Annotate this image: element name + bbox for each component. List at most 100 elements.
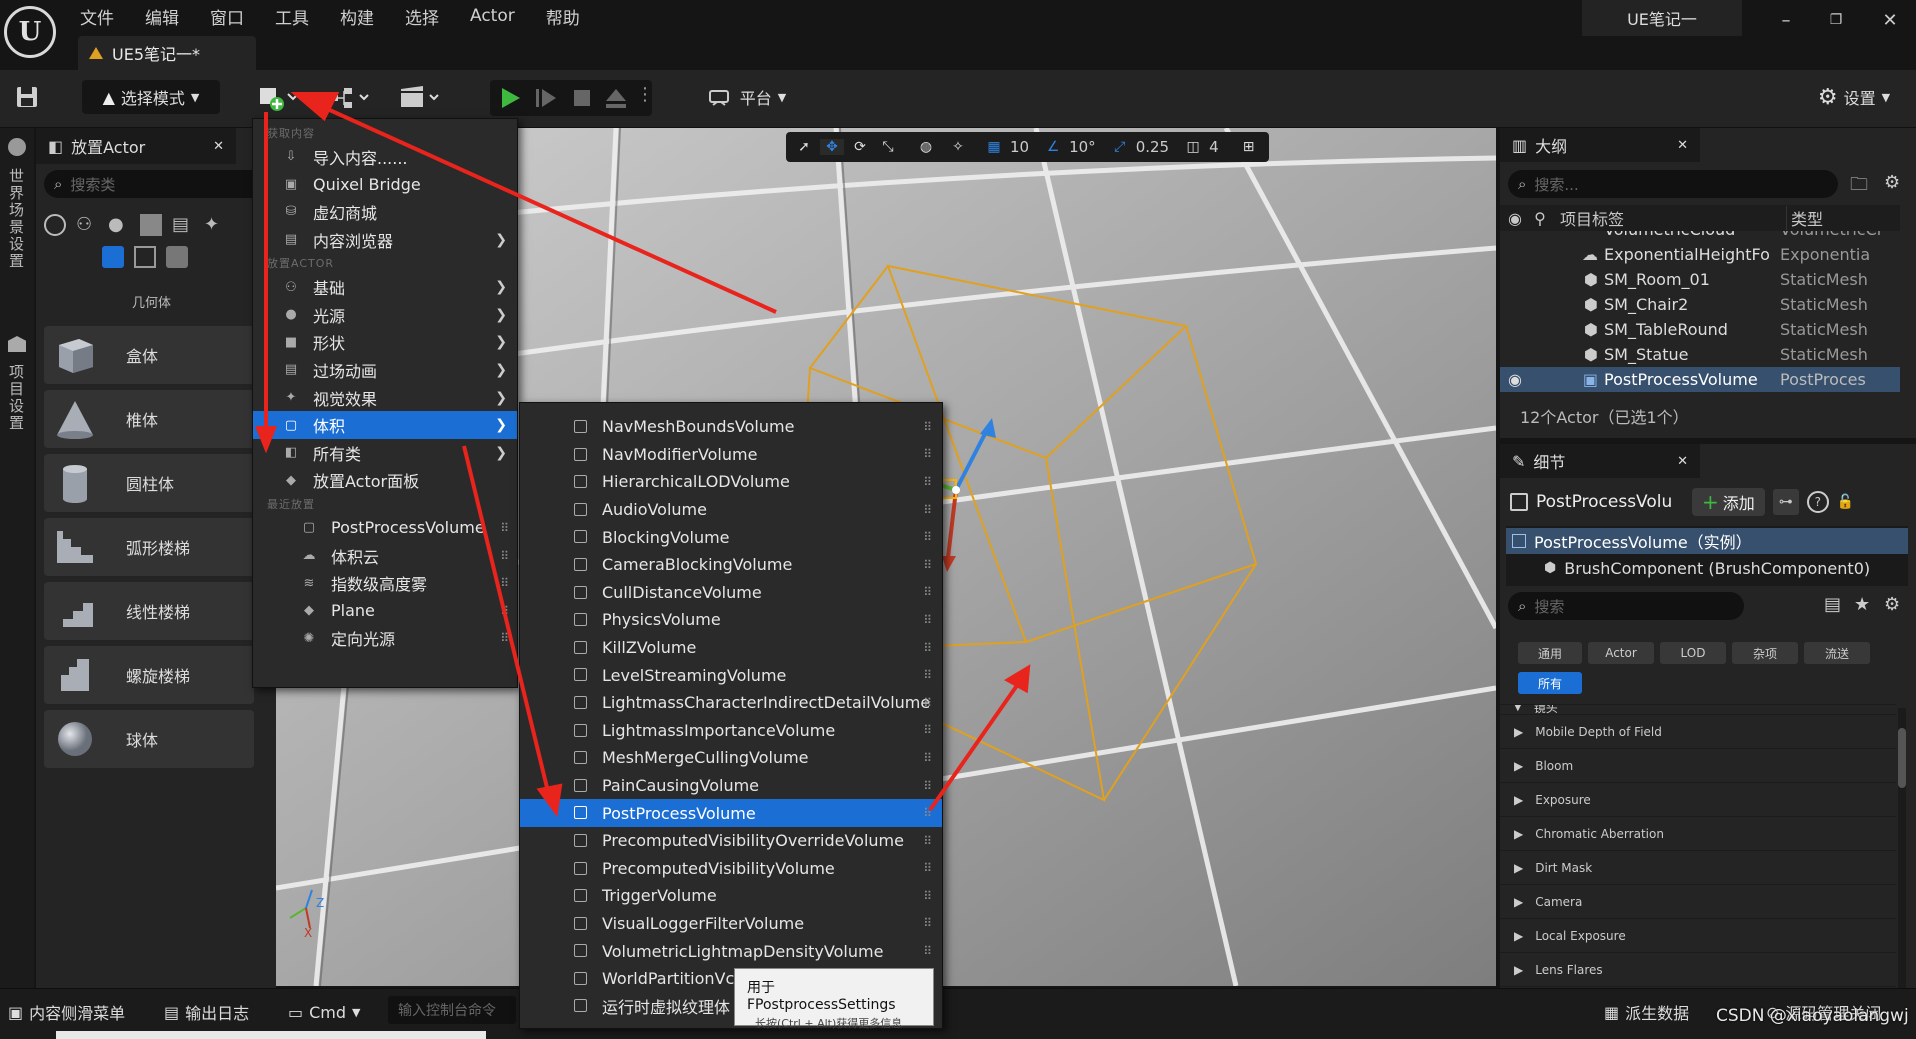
drag-grip-icon[interactable]: ⠿ bbox=[923, 751, 932, 765]
shape-item-cylinder[interactable]: 圆柱体 bbox=[44, 454, 254, 512]
all-classes-icon[interactable] bbox=[166, 246, 188, 268]
volume-item[interactable]: MeshMergeCullingVolume ⠿ bbox=[520, 744, 942, 772]
drag-grip-icon[interactable]: ⠿ bbox=[923, 806, 932, 820]
menu-window[interactable]: 窗口 bbox=[210, 4, 244, 29]
move-tool-icon[interactable]: ✥ bbox=[820, 139, 844, 155]
drag-grip-icon[interactable]: ⠿ bbox=[923, 641, 932, 655]
project-settings-tab[interactable]: 项目设置 bbox=[6, 364, 27, 432]
add-component-button[interactable]: + 添加 bbox=[1692, 488, 1765, 516]
place-actor-tab[interactable]: ◧ 放置Actor ✕ bbox=[36, 128, 236, 164]
section-row[interactable]: ▶ Camera bbox=[1500, 885, 1896, 919]
settings-dropdown[interactable]: ⚙ 设置 ▼ bbox=[1804, 80, 1904, 114]
rotation-snap-value[interactable]: 10° bbox=[1069, 138, 1096, 156]
outliner-row[interactable]: ⬢ SM_Room_01 StaticMesh bbox=[1500, 267, 1900, 292]
rotation-snap-icon[interactable]: ∠ bbox=[1041, 139, 1065, 155]
outliner-tab[interactable]: ▥ 大纲 ✕ bbox=[1500, 128, 1700, 162]
filter-misc[interactable]: 杂项 bbox=[1732, 642, 1798, 664]
content-drawer-button[interactable]: ▣ 内容侧滑菜单 bbox=[8, 996, 125, 1028]
filter-lod[interactable]: LOD bbox=[1660, 642, 1726, 664]
light-icon[interactable]: ● bbox=[108, 214, 130, 236]
shape-item-spiral-stair[interactable]: 螺旋楼梯 bbox=[44, 646, 254, 704]
volume-item[interactable]: KillZVolume ⠿ bbox=[520, 634, 942, 662]
volume-icon[interactable] bbox=[134, 246, 156, 268]
volume-item[interactable]: CameraBlockingVolume ⠿ bbox=[520, 551, 942, 579]
volume-item[interactable]: VisualLoggerFilterVolume ⠿ bbox=[520, 910, 942, 938]
volume-item[interactable]: PainCausingVolume ⠿ bbox=[520, 772, 942, 800]
cinematic-icon[interactable]: ▤ bbox=[172, 214, 194, 236]
component-row[interactable]: ⬢ BrushComponent (BrushComponent0) bbox=[1506, 554, 1908, 582]
drag-grip-icon[interactable]: ⠿ bbox=[500, 631, 509, 645]
drag-grip-icon[interactable]: ⠿ bbox=[923, 530, 932, 544]
visibility-icon[interactable]: ◉ bbox=[1500, 370, 1530, 389]
volume-item[interactable]: NavModifierVolume ⠿ bbox=[520, 441, 942, 469]
world-space-icon[interactable]: ◍ bbox=[912, 139, 940, 155]
select-tool-icon[interactable]: ➚ bbox=[792, 139, 816, 155]
menu-edit[interactable]: 编辑 bbox=[145, 4, 179, 29]
close-icon[interactable]: ✕ bbox=[213, 139, 224, 154]
shape-item-cone[interactable]: 椎体 bbox=[44, 390, 254, 448]
play-icon[interactable] bbox=[496, 84, 524, 112]
shape-item-linear-stair[interactable]: 线性楼梯 bbox=[44, 582, 254, 640]
drag-grip-icon[interactable]: ⠿ bbox=[923, 475, 932, 489]
outliner-row[interactable]: ⬢ SM_Chair2 StaticMesh bbox=[1500, 292, 1900, 317]
close-window-button[interactable]: ✕ bbox=[1870, 6, 1910, 34]
menu-item-lights[interactable]: ● 光源 ❯ bbox=[253, 301, 517, 329]
volume-item[interactable]: LightmassImportanceVolume ⠿ bbox=[520, 717, 942, 745]
minimize-button[interactable]: – bbox=[1766, 6, 1806, 34]
drag-grip-icon[interactable]: ⠿ bbox=[923, 916, 932, 930]
output-log-button[interactable]: ▤ 输出日志 bbox=[164, 996, 249, 1028]
outliner-row[interactable]: ☁ ExponentialHeightFo Exponentia bbox=[1500, 242, 1900, 267]
console-input[interactable]: 输入控制台命令 bbox=[388, 996, 516, 1024]
filter-all[interactable]: 所有 bbox=[1518, 672, 1582, 694]
recent-item-directional-light[interactable]: ✺ 定向光源 ⠿ bbox=[253, 625, 517, 653]
drag-grip-icon[interactable]: ⠿ bbox=[500, 604, 509, 618]
rotate-tool-icon[interactable]: ⟳ bbox=[848, 139, 872, 155]
select-mode-dropdown[interactable]: ▲ 选择模式 ▼ bbox=[82, 80, 220, 114]
details-scrollbar[interactable] bbox=[1898, 708, 1906, 988]
menu-item-volumes[interactable]: ▢ 体积 ❯ bbox=[253, 411, 517, 439]
menu-item-quixel[interactable]: ▣ Quixel Bridge bbox=[253, 171, 517, 199]
drag-grip-icon[interactable]: ⠿ bbox=[500, 549, 509, 563]
menu-item-all-classes[interactable]: ◧ 所有类 ❯ bbox=[253, 439, 517, 467]
filter-streaming[interactable]: 流送 bbox=[1804, 642, 1870, 664]
outliner-row[interactable]: ⬢ SM_Statue StaticMesh bbox=[1500, 342, 1900, 367]
volume-item[interactable]: PrecomputedVisibilityOverrideVolume ⠿ bbox=[520, 827, 942, 855]
drag-grip-icon[interactable]: ⠿ bbox=[500, 521, 509, 535]
volume-item[interactable]: HierarchicalLODVolume ⠿ bbox=[520, 468, 942, 496]
menu-item-place-actor-panel[interactable]: ◆ 放置Actor面板 bbox=[253, 467, 517, 495]
outliner-row[interactable]: VolumetricCloudVolumetricCl bbox=[1500, 231, 1900, 242]
scale-snap-icon[interactable]: ⤢ bbox=[1108, 139, 1132, 155]
geometry-icon[interactable] bbox=[102, 246, 124, 268]
gear-icon[interactable]: ⚙ bbox=[1884, 172, 1900, 193]
recent-item-height-fog[interactable]: ≋ 指数级高度雾 ⠿ bbox=[253, 569, 517, 597]
add-content-button[interactable] bbox=[256, 82, 306, 112]
close-icon[interactable]: ✕ bbox=[1677, 454, 1688, 469]
section-row[interactable]: ▶ Chromatic Aberration bbox=[1500, 817, 1896, 851]
shape-item-sphere[interactable]: 球体 bbox=[44, 710, 254, 768]
surface-snap-icon[interactable]: ✧ bbox=[944, 139, 972, 155]
stop-icon[interactable] bbox=[568, 84, 596, 112]
section-lens[interactable]: ▼ 镜头 bbox=[1500, 705, 1896, 715]
blueprint-button[interactable] bbox=[328, 84, 376, 112]
drag-grip-icon[interactable]: ⠿ bbox=[923, 447, 932, 461]
drag-grip-icon[interactable]: ⠿ bbox=[500, 576, 509, 590]
unreal-logo-icon[interactable]: U bbox=[4, 6, 56, 58]
volume-item[interactable]: CullDistanceVolume ⠿ bbox=[520, 579, 942, 607]
drag-grip-icon[interactable]: ⠿ bbox=[923, 723, 932, 737]
drag-grip-icon[interactable]: ⠿ bbox=[923, 668, 932, 682]
cinematics-button[interactable] bbox=[398, 84, 446, 112]
menu-item-shapes[interactable]: ■ 形状 ❯ bbox=[253, 329, 517, 357]
volume-item[interactable]: AudioVolume ⠿ bbox=[520, 496, 942, 524]
volume-item[interactable]: PhysicsVolume ⠿ bbox=[520, 606, 942, 634]
gear-icon[interactable]: ⚙ bbox=[1884, 594, 1900, 615]
volume-item[interactable]: TriggerVolume ⠿ bbox=[520, 882, 942, 910]
menu-item-import[interactable]: ⇩ 导入内容...... bbox=[253, 143, 517, 171]
drag-grip-icon[interactable]: ⠿ bbox=[923, 834, 932, 848]
volume-item[interactable]: PostProcessVolume ⠿ bbox=[520, 799, 942, 827]
drag-grip-icon[interactable]: ⠿ bbox=[923, 613, 932, 627]
shape-item-box[interactable]: 盒体 bbox=[44, 326, 254, 384]
outliner-row-selected[interactable]: ◉ ▣ PostProcessVolume PostProces bbox=[1500, 367, 1900, 392]
basic-icon[interactable]: ⚇ bbox=[76, 214, 98, 236]
restore-button[interactable]: ❐ bbox=[1816, 6, 1856, 34]
outliner-search-input[interactable]: ⌕ 搜索... bbox=[1508, 170, 1838, 198]
